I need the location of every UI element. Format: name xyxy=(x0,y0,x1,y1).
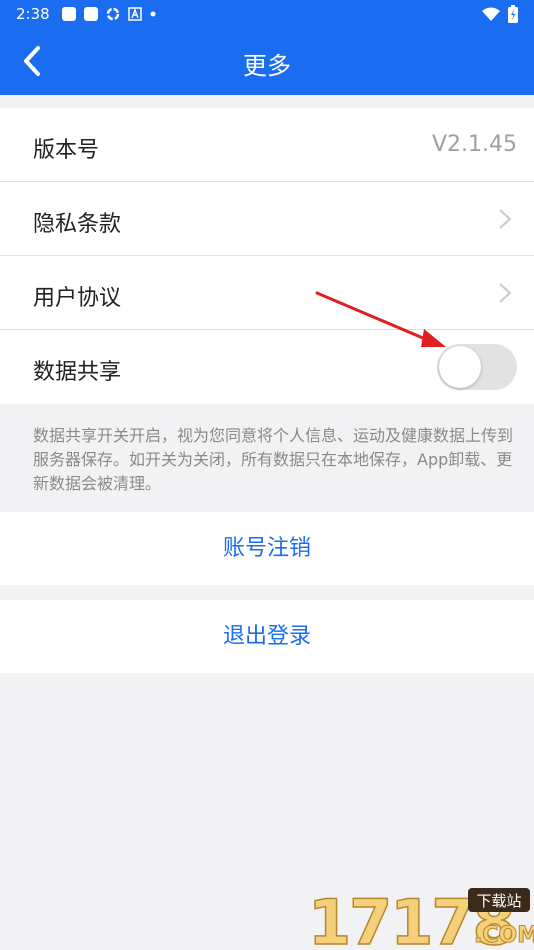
privacy-policy-row[interactable]: 隐私条款 xyxy=(0,182,534,256)
version-row: 版本号 V2.1.45 xyxy=(0,108,534,182)
status-time: 2:38 xyxy=(16,5,50,23)
font-a-icon xyxy=(127,7,142,21)
version-value: V2.1.45 xyxy=(431,132,517,157)
data-share-note: 数据共享开关开启，视为您同意将个人信息、运动及健康数据上传到服务器保存。如开关为… xyxy=(33,426,514,493)
wifi-icon xyxy=(482,7,500,21)
system-icons xyxy=(482,5,518,23)
delete-account-button[interactable]: 账号注销 xyxy=(0,512,534,585)
watermark-tag: 下载站 xyxy=(476,892,521,910)
data-share-label: 数据共享 xyxy=(33,360,122,385)
notification-app-icon xyxy=(83,7,98,21)
version-label: 版本号 xyxy=(33,138,100,163)
user-agreement-label: 用户协议 xyxy=(33,286,122,311)
delete-account-label: 账号注销 xyxy=(222,536,311,561)
battery-icon xyxy=(508,5,518,23)
settings-list: 版本号 V2.1.45 隐私条款 用户协议 数据共享 xyxy=(0,108,534,404)
watermark-domain: .COM xyxy=(474,923,534,948)
dot-icon xyxy=(150,11,156,17)
chevron-right-icon xyxy=(499,283,512,303)
logout-label: 退出登录 xyxy=(222,624,311,649)
sync-icon xyxy=(106,7,119,21)
logout-button[interactable]: 退出登录 xyxy=(0,600,534,673)
page-title: 更多 xyxy=(243,52,291,80)
watermark-logo: 17178 下载站 .COM xyxy=(307,886,534,950)
notification-app-icon xyxy=(61,7,76,21)
notification-icons xyxy=(61,7,156,21)
chevron-right-icon xyxy=(499,209,512,229)
privacy-policy-label: 隐私条款 xyxy=(33,212,122,237)
annotation-arrow-icon xyxy=(315,291,446,347)
app-bar: 更多 xyxy=(0,28,534,95)
status-bar: 2:38 xyxy=(0,0,534,28)
